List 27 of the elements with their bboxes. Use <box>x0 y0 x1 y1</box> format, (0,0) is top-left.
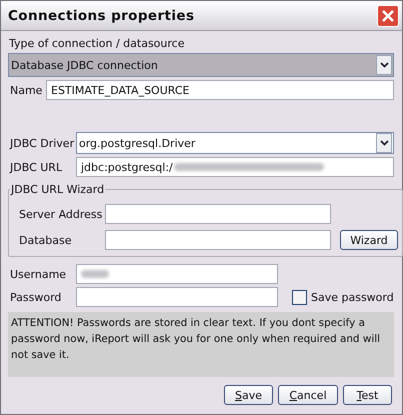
dialog-button[interactable]: Save <box>224 385 273 405</box>
dialog-button[interactable]: Test <box>343 385 392 405</box>
dialog-button[interactable]: Cancel <box>278 385 338 405</box>
jdbc-url-field[interactable]: jdbc:postgresql:/ <box>76 157 394 177</box>
save-password-checkbox[interactable] <box>292 290 307 304</box>
field-label: Password <box>9 290 62 304</box>
field-label: JDBC URL <box>8 160 64 174</box>
wizard-button[interactable]: Wizard <box>340 230 398 250</box>
database-field[interactable] <box>105 230 331 250</box>
password-field[interactable] <box>76 287 278 307</box>
name-field[interactable]: ESTIMATE_DATA_SOURCE <box>46 80 394 100</box>
checkbox-label: Save password <box>311 290 394 304</box>
field-label: Type of connection / datasource <box>9 37 186 50</box>
username-field[interactable] <box>76 264 278 284</box>
close-icon <box>381 8 395 22</box>
field-label: Name <box>9 84 42 96</box>
field-label: Database <box>18 234 72 246</box>
server-address-field[interactable] <box>105 204 331 224</box>
field-label: JDBC Driver <box>8 136 72 150</box>
connection-type-dropdown[interactable]: Database JDBC connection <box>8 53 394 77</box>
jdbc-driver-dropdown[interactable]: org.postgresql.Driver <box>76 132 394 154</box>
field-label: Username <box>9 268 68 280</box>
close-button[interactable] <box>377 4 399 26</box>
window-title: Connections properties <box>8 8 194 24</box>
field-label: Server Address <box>18 208 101 220</box>
group-title: JDBC URL Wizard <box>10 183 106 196</box>
warning-text: ATTENTION! Passwords are stored in clear text. If you dont specify a password now, iReport will ask you for one only when required and will not save it. <box>8 312 394 377</box>
